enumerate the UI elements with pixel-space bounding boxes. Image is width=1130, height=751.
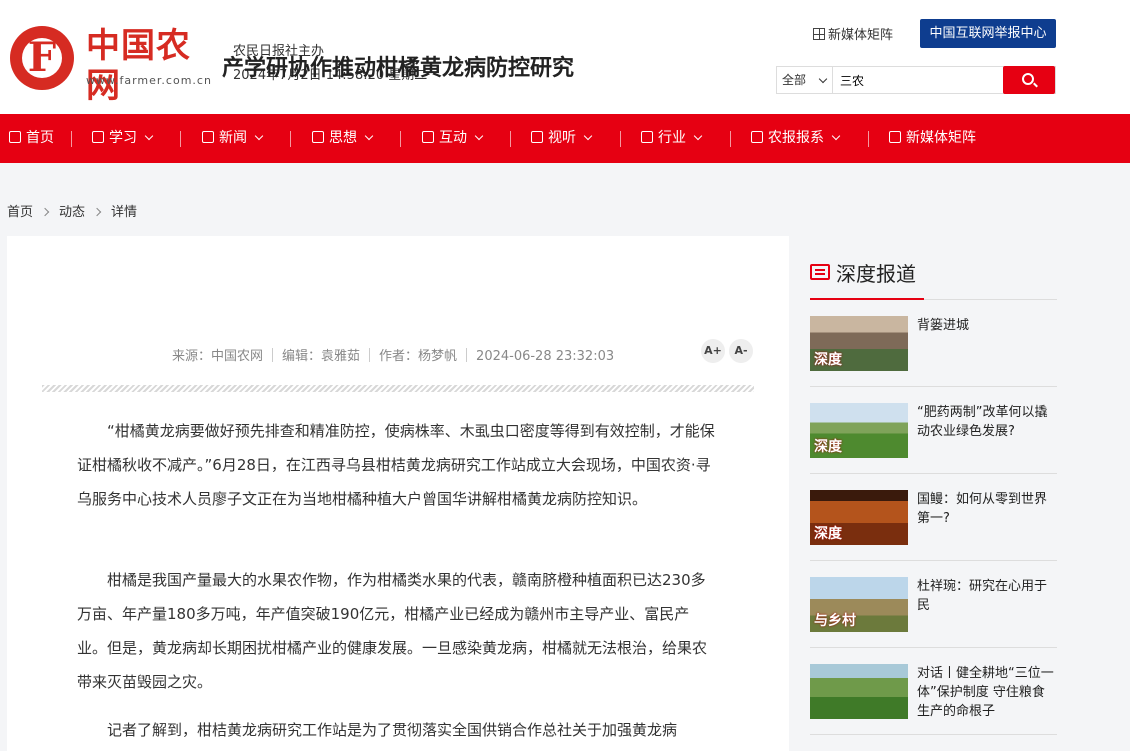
thumbnail-image xyxy=(810,664,908,719)
breadcrumb-current: 详情 xyxy=(111,205,138,220)
sidebar-item[interactable]: 对话丨健全耕地“三位一体”保护制度 守住粮食生产的命根子 xyxy=(810,648,1057,735)
nav-label: 学习 xyxy=(109,130,137,146)
nav-item-new-media[interactable]: 新媒体矩阵 xyxy=(889,114,976,163)
sidebar-item[interactable]: 深度 背篓进城 xyxy=(810,300,1057,387)
chevron-down-icon xyxy=(364,131,374,141)
nav-item-home[interactable]: 首页 xyxy=(9,114,54,163)
media-icon xyxy=(531,131,543,143)
newspaper-icon xyxy=(751,131,763,143)
article-meta: 来源：中国农网 编辑：袁雅茹 作者：杨梦帆 2024-06-28 23:32:03 xyxy=(172,345,614,364)
thumbnail-image: 深度 xyxy=(810,403,908,458)
sidebar-item-title: 对话丨健全耕地“三位一体”保护制度 守住粮食生产的命根子 xyxy=(917,666,1054,719)
new-media-matrix-link[interactable]: 新媒体矩阵 xyxy=(813,24,893,43)
thumbnail-tag: 与乡村 xyxy=(814,613,856,629)
newspaper-icon xyxy=(810,264,830,280)
article-paragraph: “柑橘黄龙病要做好预先排查和精准防控，使病株率、木虱虫口密度等得到有效控制，才能… xyxy=(77,422,715,508)
nav-item-media[interactable]: 视听 xyxy=(531,114,593,163)
thumbnail-image: 深度 xyxy=(810,490,908,545)
nav-item-interact[interactable]: 互动 xyxy=(422,114,484,163)
report-center-button[interactable]: 中国互联网举报中心 xyxy=(920,19,1056,48)
sidebar-item[interactable]: 深度 “肥药两制”改革何以撬动农业绿色发展? xyxy=(810,387,1057,474)
search-button[interactable] xyxy=(1003,66,1055,94)
search-input[interactable] xyxy=(834,67,1004,93)
sidebar-item[interactable]: 深度 国鳗：如何从零到世界第一? xyxy=(810,474,1057,561)
phone-icon xyxy=(889,131,901,143)
sidebar-item-title: 杜祥琬：研究在心用于民 xyxy=(917,579,1048,613)
article-editor: 编辑：袁雅茹 xyxy=(282,349,361,364)
breadcrumb-home[interactable]: 首页 xyxy=(7,205,33,220)
thumbnail-tag: 深度 xyxy=(814,352,842,368)
breadcrumb: 首页 动态 详情 xyxy=(7,201,137,220)
article-title: 产学研协作推动柑橘黄龙病防控研究 xyxy=(221,56,574,81)
chevron-down-icon xyxy=(474,131,484,141)
article-time: 2024-06-28 23:32:03 xyxy=(476,349,615,364)
new-media-matrix-label: 新媒体矩阵 xyxy=(828,28,894,43)
breadcrumb-news[interactable]: 动态 xyxy=(59,205,85,220)
home-icon xyxy=(9,131,21,143)
nav-label: 新媒体矩阵 xyxy=(906,130,976,146)
font-increase-button[interactable]: A+ xyxy=(701,339,725,363)
book-icon xyxy=(92,131,104,143)
thumbnail-image: 与乡村 xyxy=(810,577,908,632)
divider xyxy=(42,385,754,392)
thumbnail-tag: 深度 xyxy=(814,526,842,542)
chevron-right-icon xyxy=(40,207,50,217)
article-author: 作者：杨梦帆 xyxy=(379,349,458,364)
chevron-down-icon xyxy=(818,74,828,84)
sidebar-title: 深度报道 xyxy=(836,262,916,286)
nav-label: 互动 xyxy=(439,130,467,146)
nav-item-news[interactable]: 新闻 xyxy=(202,114,264,163)
sidebar-item-title: 背篓进城 xyxy=(917,318,970,333)
nav-item-study[interactable]: 学习 xyxy=(92,114,154,163)
nav-item-industry[interactable]: 行业 xyxy=(641,114,703,163)
chevron-down-icon xyxy=(144,131,154,141)
sidebar-item[interactable]: 与乡村 杜祥琬：研究在心用于民 xyxy=(810,561,1057,648)
nav-label: 思想 xyxy=(329,130,357,146)
chevron-down-icon xyxy=(583,131,593,141)
sidebar-item-title: “肥药两制”改革何以撬动农业绿色发展? xyxy=(917,405,1048,439)
main-nav: 首页 学习 新闻 思想 互动 视听 行业 农报报系 新媒体矩阵 xyxy=(0,114,1130,163)
thumbnail-image: 深度 xyxy=(810,316,908,371)
grid-icon xyxy=(813,28,825,40)
chevron-down-icon xyxy=(831,131,841,141)
thumbnail-tag: 深度 xyxy=(814,439,842,455)
industry-icon xyxy=(641,131,653,143)
nav-item-newspaper[interactable]: 农报报系 xyxy=(751,114,841,163)
chevron-down-icon xyxy=(693,131,703,141)
article-paragraph: 柑橘是我国产量最大的水果农作物，作为柑橘类水果的代表，赣南脐橙种植面积已达230… xyxy=(77,571,708,691)
nav-item-thought[interactable]: 思想 xyxy=(312,114,374,163)
font-decrease-button[interactable]: A- xyxy=(729,339,753,363)
nav-label: 新闻 xyxy=(219,130,247,146)
nav-label: 行业 xyxy=(658,130,686,146)
sidebar-header: 深度报道 xyxy=(810,258,1057,300)
article-paragraph: 记者了解到，柑桔黄龙病研究工作站是为了贯彻落实全国供销合作总社关于加强黄龙病 xyxy=(107,721,678,739)
nav-label: 视听 xyxy=(548,130,576,146)
news-icon xyxy=(202,131,214,143)
chevron-down-icon xyxy=(254,131,264,141)
chevron-right-icon xyxy=(92,207,102,217)
article-source: 来源：中国农网 xyxy=(172,349,264,364)
nav-label: 首页 xyxy=(26,130,54,146)
nav-label: 农报报系 xyxy=(768,130,824,146)
sidebar-item-title: 国鳗：如何从零到世界第一? xyxy=(917,492,1048,526)
thought-icon xyxy=(312,131,324,143)
interact-icon xyxy=(422,131,434,143)
search-bar: 全部 xyxy=(776,66,1056,94)
